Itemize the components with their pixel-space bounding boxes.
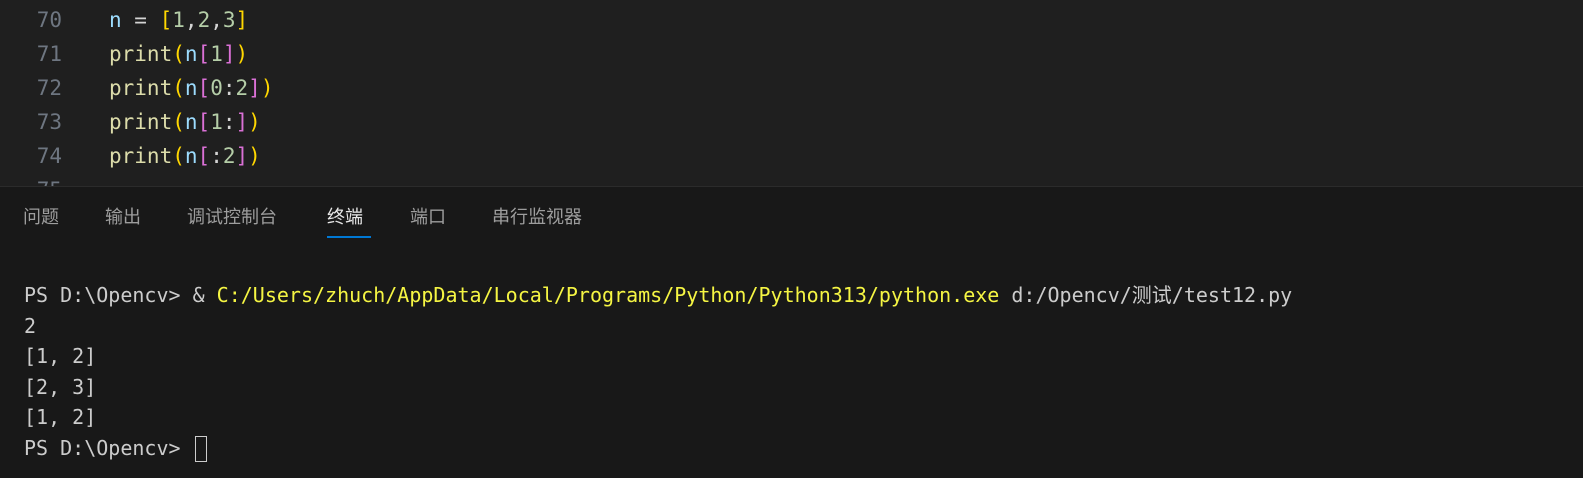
code-token: print — [109, 144, 173, 168]
code-token: [ — [197, 110, 211, 134]
code-line[interactable]: 72 print(n[0:2]) — [0, 71, 1583, 105]
code-token: 3 — [222, 8, 236, 32]
code-token: ) — [248, 110, 261, 134]
code-token: 2 — [222, 144, 236, 168]
terminal-output-line: [1, 2] — [24, 405, 97, 429]
code-token: n — [184, 144, 198, 168]
code-token: , — [210, 8, 223, 32]
code-text: print(n[1]) — [109, 37, 248, 71]
code-editor[interactable]: 70 n = [1,2,3] 71 print(n[1]) 72 print(n[0:2]… — [0, 0, 1583, 186]
tab-output[interactable]: 输出 — [105, 205, 141, 231]
code-token: 1 — [172, 8, 185, 32]
code-line[interactable]: 71 print(n[1]) — [0, 37, 1583, 71]
code-token: [ — [197, 76, 211, 100]
code-token: 0 — [210, 76, 223, 100]
line-number: 70 — [36, 8, 62, 32]
code-token: ( — [172, 110, 185, 134]
code-token: ] — [248, 76, 261, 100]
code-token: ) — [248, 144, 261, 168]
code-token: ( — [172, 144, 185, 168]
code-token: 2 — [235, 76, 249, 100]
code-token: 2 — [197, 8, 211, 32]
code-token: ( — [172, 76, 185, 100]
code-token: ] — [235, 110, 249, 134]
code-line[interactable]: 73 print(n[1:]) — [0, 105, 1583, 139]
code-token: print — [109, 42, 173, 66]
terminal-call-operator: & — [192, 283, 217, 307]
tab-ports[interactable]: 端口 — [410, 205, 446, 231]
terminal-python-path: C:/Users/zhuch/AppData/Local/Programs/Py… — [216, 283, 1000, 307]
tab-terminal[interactable]: 终端 — [327, 205, 363, 231]
code-token: n — [184, 42, 198, 66]
line-number: 71 — [36, 42, 62, 66]
terminal-output-line: [1, 2] — [24, 344, 97, 368]
code-token: n — [184, 76, 198, 100]
code-token: : — [222, 76, 236, 100]
code-token: , — [184, 8, 198, 32]
code-token: [ — [159, 8, 173, 32]
code-token: n — [109, 8, 122, 32]
code-text: print(n[1:]) — [109, 105, 261, 139]
bottom-panel: 问题 输出 调试控制台 终端 端口 串行监视器 PS D:\Opencv> & … — [0, 186, 1583, 478]
terminal-output-line: 2 — [24, 313, 37, 338]
code-token: ( — [172, 42, 185, 66]
tab-problems[interactable]: 问题 — [23, 205, 59, 231]
code-token: print — [109, 110, 173, 134]
code-token: [ — [197, 42, 211, 66]
code-token: ] — [222, 42, 236, 66]
panel-tabs: 问题 输出 调试控制台 终端 端口 串行监视器 — [0, 187, 1583, 243]
terminal-output[interactable]: PS D:\Opencv> & C:/Users/zhuch/AppData/L… — [24, 280, 1292, 463]
code-text: n = [1,2,3] — [109, 3, 248, 37]
terminal-prompt: PS D:\Opencv> — [24, 283, 193, 307]
terminal-prompt: PS D:\Opencv> — [24, 435, 193, 460]
active-tab-indicator — [327, 236, 371, 238]
code-token: : — [222, 110, 236, 134]
terminal-final-line: PS D:\Opencv> — [24, 433, 1292, 464]
code-token: ) — [235, 42, 249, 66]
code-token: = — [121, 8, 160, 32]
code-line[interactable]: 75 — [0, 173, 1583, 186]
code-token: print — [109, 76, 173, 100]
terminal-output-line: [2, 3] — [24, 374, 97, 399]
code-text: print(n[0:2]) — [109, 71, 273, 105]
code-token: : — [210, 144, 223, 168]
line-number: 74 — [36, 144, 62, 168]
line-number: 73 — [36, 110, 62, 134]
code-token: [ — [197, 144, 211, 168]
code-token: 1 — [210, 42, 223, 66]
code-token: ) — [260, 76, 274, 100]
code-line[interactable]: 74 print(n[:2]) — [0, 139, 1583, 173]
terminal-command-line: PS D:\Opencv> & C:/Users/zhuch/AppData/L… — [24, 280, 1292, 311]
code-token: n — [184, 110, 198, 134]
tab-serial-monitor[interactable]: 串行监视器 — [492, 205, 582, 231]
code-text: print(n[:2]) — [109, 139, 261, 173]
line-number: 72 — [36, 76, 62, 100]
code-token: ] — [235, 8, 249, 32]
code-line[interactable]: 70 n = [1,2,3] — [0, 3, 1583, 37]
tab-debug-console[interactable]: 调试控制台 — [187, 205, 277, 231]
terminal-cursor — [194, 436, 207, 462]
code-token: ] — [235, 144, 249, 168]
terminal-script-path: d:/Opencv/测试/test12.py — [999, 283, 1293, 307]
line-number: 75 — [0, 173, 62, 186]
code-token: 1 — [210, 110, 223, 134]
